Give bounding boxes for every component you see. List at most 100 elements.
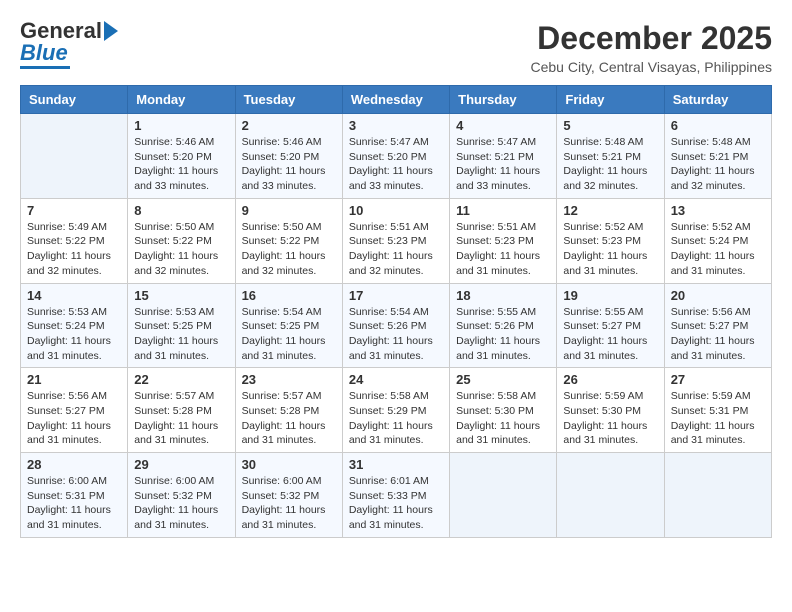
table-row: 19Sunrise: 5:55 AM Sunset: 5:27 PM Dayli… <box>557 283 664 368</box>
col-tuesday: Tuesday <box>235 86 342 114</box>
day-number: 17 <box>349 288 443 303</box>
day-info: Sunrise: 6:00 AM Sunset: 5:31 PM Dayligh… <box>27 474 121 533</box>
day-info: Sunrise: 5:54 AM Sunset: 5:25 PM Dayligh… <box>242 305 336 364</box>
table-row <box>450 453 557 538</box>
day-info: Sunrise: 6:01 AM Sunset: 5:33 PM Dayligh… <box>349 474 443 533</box>
month-title: December 2025 <box>531 20 773 57</box>
day-info: Sunrise: 5:52 AM Sunset: 5:23 PM Dayligh… <box>563 220 657 279</box>
day-info: Sunrise: 5:55 AM Sunset: 5:26 PM Dayligh… <box>456 305 550 364</box>
day-number: 6 <box>671 118 765 133</box>
col-monday: Monday <box>128 86 235 114</box>
table-row <box>21 114 128 199</box>
calendar-table: Sunday Monday Tuesday Wednesday Thursday… <box>20 85 772 538</box>
logo-arrow-icon <box>104 21 118 41</box>
table-row: 16Sunrise: 5:54 AM Sunset: 5:25 PM Dayli… <box>235 283 342 368</box>
day-number: 8 <box>134 203 228 218</box>
col-friday: Friday <box>557 86 664 114</box>
day-info: Sunrise: 6:00 AM Sunset: 5:32 PM Dayligh… <box>134 474 228 533</box>
table-row: 31 Sunrise: 6:01 AM Sunset: 5:33 PM Dayli… <box>342 453 449 538</box>
table-row: 20 Sunrise: 5:56 AM Sunset: 5:27 PM Dayli… <box>664 283 771 368</box>
calendar-week-row: 7 Sunrise: 5:49 AM Sunset: 5:22 PM Daylig… <box>21 198 772 283</box>
table-row: 7 Sunrise: 5:49 AM Sunset: 5:22 PM Daylig… <box>21 198 128 283</box>
calendar-week-row: 28 Sunrise: 6:00 AM Sunset: 5:31 PM Dayli… <box>21 453 772 538</box>
day-number: 7 <box>27 203 121 218</box>
table-row: 14Sunrise: 5:53 AM Sunset: 5:24 PM Dayli… <box>21 283 128 368</box>
day-number: 25 <box>456 372 550 387</box>
day-info: Sunrise: 5:58 AM Sunset: 5:30 PM Dayligh… <box>456 389 550 448</box>
table-row: 17 Sunrise: 5:54 AM Sunset: 5:26 PM Dayli… <box>342 283 449 368</box>
table-row: 24 Sunrise: 5:58 AM Sunset: 5:29 PM Dayli… <box>342 368 449 453</box>
day-info: Sunrise: 5:53 AM Sunset: 5:25 PM Dayligh… <box>134 305 228 364</box>
day-info: Sunrise: 5:59 AM Sunset: 5:30 PM Dayligh… <box>563 389 657 448</box>
calendar-week-row: 14Sunrise: 5:53 AM Sunset: 5:24 PM Dayli… <box>21 283 772 368</box>
day-number: 15 <box>134 288 228 303</box>
day-number: 26 <box>563 372 657 387</box>
table-row <box>557 453 664 538</box>
day-number: 23 <box>242 372 336 387</box>
table-row: 5Sunrise: 5:48 AM Sunset: 5:21 PM Daylig… <box>557 114 664 199</box>
table-row: 1Sunrise: 5:46 AM Sunset: 5:20 PM Daylig… <box>128 114 235 199</box>
calendar-header-row: Sunday Monday Tuesday Wednesday Thursday… <box>21 86 772 114</box>
day-info: Sunrise: 5:51 AM Sunset: 5:23 PM Dayligh… <box>349 220 443 279</box>
table-row: 10Sunrise: 5:51 AM Sunset: 5:23 PM Dayli… <box>342 198 449 283</box>
day-info: Sunrise: 5:46 AM Sunset: 5:20 PM Dayligh… <box>242 135 336 194</box>
logo-text: General <box>20 20 102 42</box>
table-row: 3Sunrise: 5:47 AM Sunset: 5:20 PM Daylig… <box>342 114 449 199</box>
day-number: 11 <box>456 203 550 218</box>
logo-line <box>20 66 70 69</box>
day-number: 28 <box>27 457 121 472</box>
table-row: 4Sunrise: 5:47 AM Sunset: 5:21 PM Daylig… <box>450 114 557 199</box>
day-info: Sunrise: 5:54 AM Sunset: 5:26 PM Dayligh… <box>349 305 443 364</box>
table-row: 2 Sunrise: 5:46 AM Sunset: 5:20 PM Daylig… <box>235 114 342 199</box>
day-number: 27 <box>671 372 765 387</box>
table-row: 29Sunrise: 6:00 AM Sunset: 5:32 PM Dayli… <box>128 453 235 538</box>
day-number: 12 <box>563 203 657 218</box>
day-info: Sunrise: 5:47 AM Sunset: 5:20 PM Dayligh… <box>349 135 443 194</box>
table-row: 13Sunrise: 5:52 AM Sunset: 5:24 PM Dayli… <box>664 198 771 283</box>
day-info: Sunrise: 5:58 AM Sunset: 5:29 PM Dayligh… <box>349 389 443 448</box>
table-row: 6 Sunrise: 5:48 AM Sunset: 5:21 PM Daylig… <box>664 114 771 199</box>
day-info: Sunrise: 5:48 AM Sunset: 5:21 PM Dayligh… <box>671 135 765 194</box>
day-number: 18 <box>456 288 550 303</box>
day-info: Sunrise: 5:47 AM Sunset: 5:21 PM Dayligh… <box>456 135 550 194</box>
day-info: Sunrise: 5:52 AM Sunset: 5:24 PM Dayligh… <box>671 220 765 279</box>
day-info: Sunrise: 5:56 AM Sunset: 5:27 PM Dayligh… <box>27 389 121 448</box>
calendar-week-row: 21 Sunrise: 5:56 AM Sunset: 5:27 PM Dayli… <box>21 368 772 453</box>
table-row: 26 Sunrise: 5:59 AM Sunset: 5:30 PM Dayli… <box>557 368 664 453</box>
day-number: 20 <box>671 288 765 303</box>
table-row: 18 Sunrise: 5:55 AM Sunset: 5:26 PM Dayli… <box>450 283 557 368</box>
col-wednesday: Wednesday <box>342 86 449 114</box>
logo-blue-text: Blue <box>20 42 68 64</box>
day-info: Sunrise: 5:56 AM Sunset: 5:27 PM Dayligh… <box>671 305 765 364</box>
day-number: 21 <box>27 372 121 387</box>
page-header: General Blue December 2025 Cebu City, Ce… <box>20 20 772 75</box>
table-row: 12 Sunrise: 5:52 AM Sunset: 5:23 PM Dayli… <box>557 198 664 283</box>
day-info: Sunrise: 5:59 AM Sunset: 5:31 PM Dayligh… <box>671 389 765 448</box>
day-info: Sunrise: 5:49 AM Sunset: 5:22 PM Dayligh… <box>27 220 121 279</box>
col-thursday: Thursday <box>450 86 557 114</box>
day-info: Sunrise: 5:57 AM Sunset: 5:28 PM Dayligh… <box>134 389 228 448</box>
table-row: 22 Sunrise: 5:57 AM Sunset: 5:28 PM Dayli… <box>128 368 235 453</box>
day-info: Sunrise: 5:46 AM Sunset: 5:20 PM Dayligh… <box>134 135 228 194</box>
day-info: Sunrise: 5:57 AM Sunset: 5:28 PM Dayligh… <box>242 389 336 448</box>
day-number: 14 <box>27 288 121 303</box>
calendar-week-row: 1Sunrise: 5:46 AM Sunset: 5:20 PM Daylig… <box>21 114 772 199</box>
day-number: 24 <box>349 372 443 387</box>
title-area: December 2025 Cebu City, Central Visayas… <box>531 20 773 75</box>
day-info: Sunrise: 5:51 AM Sunset: 5:23 PM Dayligh… <box>456 220 550 279</box>
day-number: 31 <box>349 457 443 472</box>
day-info: Sunrise: 5:50 AM Sunset: 5:22 PM Dayligh… <box>134 220 228 279</box>
day-number: 5 <box>563 118 657 133</box>
day-info: Sunrise: 6:00 AM Sunset: 5:32 PM Dayligh… <box>242 474 336 533</box>
day-info: Sunrise: 5:50 AM Sunset: 5:22 PM Dayligh… <box>242 220 336 279</box>
day-number: 30 <box>242 457 336 472</box>
day-number: 22 <box>134 372 228 387</box>
table-row: 27 Sunrise: 5:59 AM Sunset: 5:31 PM Dayli… <box>664 368 771 453</box>
table-row: 30 Sunrise: 6:00 AM Sunset: 5:32 PM Dayli… <box>235 453 342 538</box>
day-number: 2 <box>242 118 336 133</box>
col-sunday: Sunday <box>21 86 128 114</box>
table-row: 23 Sunrise: 5:57 AM Sunset: 5:28 PM Dayli… <box>235 368 342 453</box>
table-row: 8 Sunrise: 5:50 AM Sunset: 5:22 PM Daylig… <box>128 198 235 283</box>
table-row: 11 Sunrise: 5:51 AM Sunset: 5:23 PM Dayli… <box>450 198 557 283</box>
logo: General Blue <box>20 20 118 69</box>
